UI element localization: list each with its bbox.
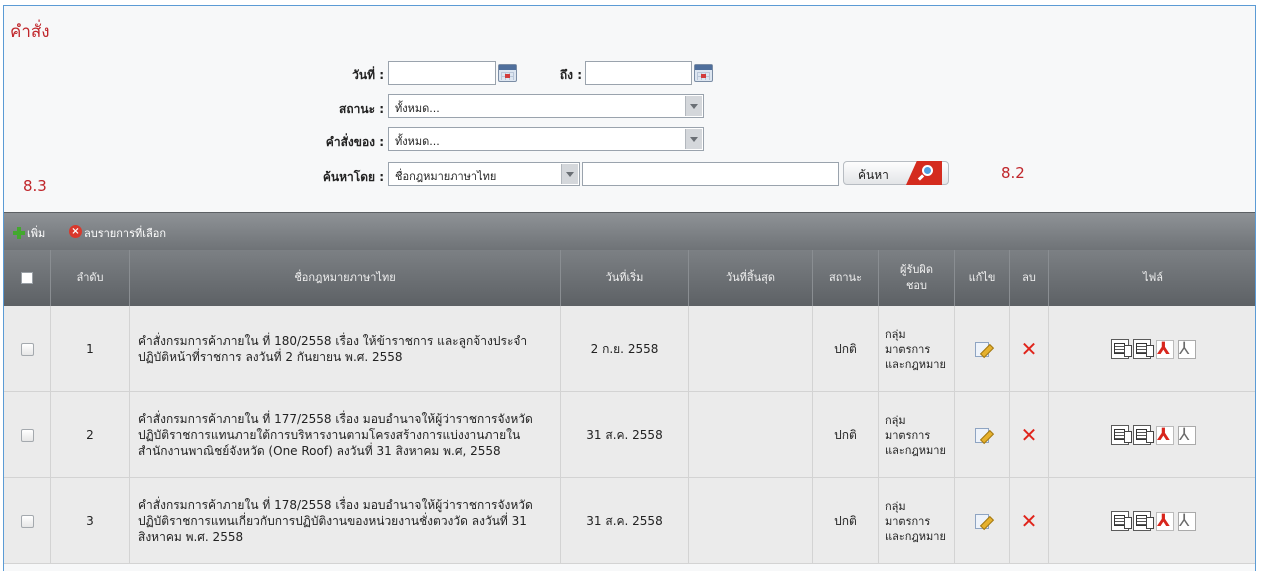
owner-select-value: ทั้งหมด... (395, 135, 440, 148)
row-edit-cell (954, 478, 1009, 564)
table-row[interactable]: 2 คำสั่งกรมการค้าภายใน ที่ 177/2558 เรื่… (4, 392, 1255, 478)
add-button[interactable]: เพิ่ม (27, 224, 45, 242)
edit-icon[interactable] (975, 427, 989, 443)
row-edit-cell (954, 392, 1009, 478)
date-to-input[interactable] (585, 61, 692, 85)
pdf-file-icon[interactable] (1155, 339, 1174, 359)
pdf-file-icon[interactable] (1177, 339, 1196, 359)
table-row[interactable]: 1 คำสั่งกรมการค้าภายใน ที่ 180/2558 เรื่… (4, 306, 1255, 392)
status-label: สถานะ : (339, 102, 384, 116)
chevron-down-icon[interactable] (685, 129, 702, 149)
row-file-cell (1048, 306, 1255, 392)
select-all-checkbox[interactable] (21, 272, 33, 284)
col-header-title[interactable]: ชื่อกฎหมายภาษาไทย (129, 250, 560, 306)
chevron-down-icon[interactable] (685, 96, 702, 116)
col-header-status[interactable]: สถานะ (812, 250, 878, 306)
row-no: 3 (50, 478, 129, 564)
row-start: 31 ส.ค. 2558 (560, 478, 688, 564)
row-end (688, 306, 812, 392)
row-file-cell (1048, 392, 1255, 478)
row-status: ปกติ (812, 478, 878, 564)
pdf-file-icon[interactable] (1177, 425, 1196, 445)
owner-label: คำสั่งของ : (325, 135, 384, 149)
word-file-icon[interactable] (1133, 339, 1154, 359)
edit-icon[interactable] (975, 341, 989, 357)
word-file-icon[interactable] (1111, 339, 1132, 359)
col-header-no[interactable]: ลำดับ (50, 250, 129, 306)
search-button-label: ค้นหา (858, 168, 889, 182)
row-title: คำสั่งกรมการค้าภายใน ที่ 177/2558 เรื่อง… (129, 392, 560, 478)
select-all-cell (4, 250, 50, 306)
plus-icon[interactable] (12, 226, 25, 239)
word-file-icon[interactable] (1111, 511, 1132, 531)
row-end (688, 478, 812, 564)
search-by-select-value: ชื่อกฎหมายภาษาไทย (395, 170, 497, 183)
row-delete-cell: ✕ (1009, 392, 1048, 478)
table-row[interactable]: 3 คำสั่งกรมการค้าภายใน ที่ 178/2558 เรื่… (4, 478, 1255, 564)
word-file-icon[interactable] (1133, 511, 1154, 531)
col-header-responsible[interactable]: ผู้รับผิดชอบ (878, 250, 954, 306)
date-from-input[interactable] (388, 61, 496, 85)
word-file-icon[interactable] (1111, 425, 1132, 445)
delete-icon[interactable]: × (69, 225, 82, 238)
toolbar: เพิ่ม × ลบรายการที่เลือก (4, 212, 1255, 250)
owner-select[interactable]: ทั้งหมด... (388, 127, 704, 151)
chevron-down-icon[interactable] (561, 164, 578, 184)
search-input[interactable] (582, 162, 839, 186)
row-checkbox[interactable] (20, 342, 34, 356)
row-edit-cell (954, 306, 1009, 392)
row-responsible: กลุ่มมาตรการและกฎหมาย (878, 392, 954, 478)
table-header: ลำดับ ชื่อกฎหมายภาษาไทย วันที่เริ่ม วันท… (4, 250, 1255, 306)
date-label: วันที่ : (352, 68, 384, 82)
search-button[interactable]: ค้นหา (843, 161, 949, 185)
calendar-icon[interactable] (694, 64, 713, 82)
pdf-file-icon[interactable] (1155, 511, 1174, 531)
col-header-edit: แก้ไข (954, 250, 1009, 306)
delete-selected-button[interactable]: ลบรายการที่เลือก (84, 224, 166, 242)
pdf-file-icon[interactable] (1155, 425, 1174, 445)
col-header-start[interactable]: วันที่เริ่ม (560, 250, 688, 306)
calendar-icon[interactable] (498, 64, 517, 82)
row-no: 2 (50, 392, 129, 478)
col-header-delete: ลบ (1009, 250, 1048, 306)
row-delete-cell: ✕ (1009, 478, 1048, 564)
delete-x-icon[interactable]: ✕ (1021, 511, 1038, 531)
row-status: ปกติ (812, 392, 878, 478)
word-file-icon[interactable] (1133, 425, 1154, 445)
col-header-end[interactable]: วันที่สิ้นสุด (688, 250, 812, 306)
row-responsible: กลุ่มมาตรการและกฎหมาย (878, 478, 954, 564)
annotation-left: 8.3 (23, 177, 47, 195)
search-by-label: ค้นหาโดย : (322, 170, 384, 184)
row-select-cell (4, 478, 50, 564)
row-title: คำสั่งกรมการค้าภายใน ที่ 180/2558 เรื่อง… (129, 306, 560, 392)
row-checkbox[interactable] (20, 514, 34, 528)
edit-icon[interactable] (975, 513, 989, 529)
search-by-select[interactable]: ชื่อกฎหมายภาษาไทย (388, 162, 580, 186)
row-title: คำสั่งกรมการค้าภายใน ที่ 178/2558 เรื่อง… (129, 478, 560, 564)
row-select-cell (4, 306, 50, 392)
status-select[interactable]: ทั้งหมด... (388, 94, 704, 118)
annotation-right: 8.2 (1001, 164, 1025, 182)
delete-x-icon[interactable]: ✕ (1021, 425, 1038, 445)
col-header-file: ไฟล์ (1048, 250, 1255, 306)
row-status: ปกติ (812, 306, 878, 392)
row-end (688, 392, 812, 478)
page-title: คำสั่ง (10, 22, 50, 42)
row-no: 1 (50, 306, 129, 392)
row-file-cell (1048, 478, 1255, 564)
row-delete-cell: ✕ (1009, 306, 1048, 392)
magnifier-icon (906, 161, 942, 185)
to-label: ถึง : (559, 68, 582, 82)
pdf-file-icon[interactable] (1177, 511, 1196, 531)
row-start: 31 ส.ค. 2558 (560, 392, 688, 478)
row-checkbox[interactable] (20, 428, 34, 442)
row-select-cell (4, 392, 50, 478)
row-responsible: กลุ่มมาตรการและกฎหมาย (878, 306, 954, 392)
main-panel: คำสั่ง วันที่ : ถึง : สถานะ : ทั้งหมด...… (3, 5, 1256, 571)
row-start: 2 ก.ย. 2558 (560, 306, 688, 392)
status-select-value: ทั้งหมด... (395, 102, 440, 115)
delete-x-icon[interactable]: ✕ (1021, 339, 1038, 359)
